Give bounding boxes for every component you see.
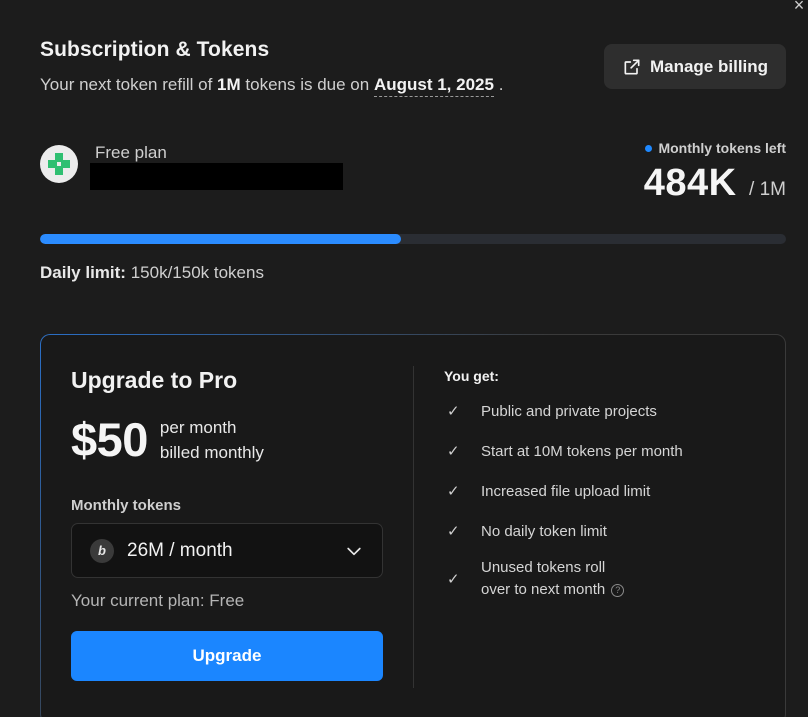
tokens-total: / 1M: [749, 179, 786, 200]
daily-limit: Daily limit: 150k/150k tokens: [40, 263, 264, 283]
header: Subscription & Tokens Your next token re…: [40, 38, 503, 97]
monthly-tokens-value: 26M / month: [127, 539, 233, 561]
price-billing: billed monthly: [159, 442, 264, 462]
plus-badge-icon: [48, 153, 70, 175]
manage-billing-label: Manage billing: [649, 56, 769, 76]
feature-item: ✓ Unused tokens roll over to next month?: [444, 551, 683, 607]
daily-limit-value: 150k/150k tokens: [130, 263, 264, 282]
refill-date[interactable]: August 1, 2025: [373, 75, 494, 97]
plan-name: Free plan: [95, 143, 167, 162]
check-icon: ✓: [447, 571, 460, 588]
monthly-tokens-left: Monthly tokens left 484K / 1M: [644, 140, 786, 205]
check-icon: ✓: [447, 443, 460, 460]
help-icon[interactable]: ?: [611, 583, 625, 597]
tokens-remaining: 484K: [643, 162, 737, 204]
manage-billing-button[interactable]: Manage billing: [604, 44, 786, 89]
current-plan-text: Your current plan: Free: [71, 591, 245, 610]
price-period: per month: [159, 417, 237, 437]
feature-item: ✓ Start at 10M tokens per month: [447, 442, 683, 461]
tokens-left-label: Monthly tokens left: [658, 140, 786, 156]
refill-amount: 1M: [217, 75, 241, 94]
price-row: $50 per month billed monthly: [71, 412, 383, 467]
check-icon: ✓: [447, 483, 460, 500]
feature-item: ✓ Public and private projects: [447, 402, 657, 421]
feature-item: ✓ No daily token limit: [447, 522, 607, 541]
tokens-progress-fill: [40, 234, 402, 244]
page-title: Subscription & Tokens: [40, 38, 270, 61]
daily-limit-label: Daily limit:: [40, 263, 126, 282]
external-link-icon: [624, 59, 640, 74]
price: $50: [71, 413, 148, 466]
card-divider: [413, 366, 414, 688]
refill-notice: Your next token refill of 1M tokens is d…: [40, 75, 503, 97]
tokens-progress-bar: [40, 234, 786, 244]
monthly-tokens-label: Monthly tokens: [71, 497, 182, 514]
redacted-account: [90, 163, 343, 190]
monthly-tokens-select[interactable]: b 26M / month: [71, 523, 383, 578]
upgrade-card: Upgrade to Pro $50 per month billed mont…: [40, 334, 786, 717]
check-icon: ✓: [447, 523, 460, 540]
feature-item: ✓ Increased file upload limit: [447, 482, 651, 501]
features-list: You get: ✓ Public and private projects ✓…: [444, 368, 683, 607]
chevron-down-icon: [347, 547, 361, 555]
upgrade-button[interactable]: Upgrade: [71, 631, 383, 681]
upgrade-title: Upgrade to Pro: [71, 367, 238, 393]
features-heading: You get:: [444, 368, 499, 384]
token-coin-icon: b: [90, 538, 114, 563]
close-button[interactable]: ×: [790, 0, 808, 14]
close-icon: ×: [793, 0, 805, 15]
tokens-dot-icon: [645, 144, 653, 152]
check-icon: ✓: [447, 403, 460, 420]
plan-avatar: [40, 145, 78, 183]
